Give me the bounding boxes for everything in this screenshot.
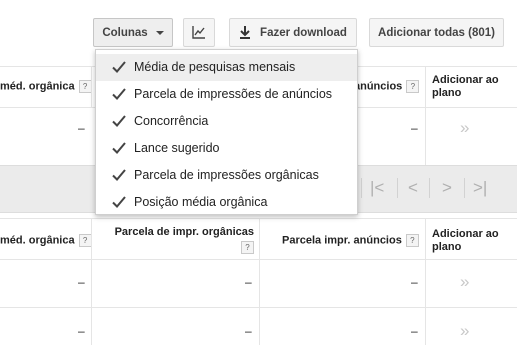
ad-impressions-value: – <box>411 275 418 289</box>
columns-button[interactable]: Colunas <box>93 18 173 47</box>
download-button-label: Fazer download <box>260 26 347 39</box>
header-organic-impressions[interactable]: Parcela de impr. orgânicas ? <box>114 226 254 254</box>
first-page-button[interactable]: |< <box>370 178 384 198</box>
menu-item-label: Concorrência <box>134 114 209 128</box>
pager-divider <box>361 178 362 198</box>
menu-item-organic-impression-share[interactable]: Parcela de impressões orgânicas <box>96 162 357 189</box>
menu-item-competition[interactable]: Concorrência <box>96 108 357 135</box>
menu-item-suggested-bid[interactable]: Lance sugerido <box>96 135 357 162</box>
chevron-down-icon <box>155 30 164 35</box>
help-icon[interactable]: ? <box>241 241 254 254</box>
header-add-to-plan: Adicionar ao plano <box>432 228 499 253</box>
columns-menu: Média de pesquisas mensais Parcela de im… <box>95 49 358 215</box>
column-divider <box>91 66 92 107</box>
check-icon <box>112 61 126 73</box>
help-icon[interactable]: ? <box>406 80 420 93</box>
header-label: anúncios <box>354 80 403 93</box>
header-add-to-plan: Adicionar ao plano <box>432 74 499 99</box>
previous-page-button[interactable]: < <box>408 178 418 198</box>
help-icon[interactable]: ? <box>405 234 419 247</box>
check-icon <box>112 142 126 154</box>
header-label: méd. orgânica <box>0 80 75 93</box>
organic-impressions-value: – <box>245 275 252 289</box>
add-all-button-label: Adicionar todas (801) <box>378 26 495 39</box>
download-button[interactable]: Fazer download <box>229 18 357 47</box>
download-icon <box>240 26 251 39</box>
menu-item-average-organic-position[interactable]: Posição média orgânica <box>96 189 357 216</box>
pager-divider <box>429 178 430 198</box>
table-row: – – – » <box>0 308 517 345</box>
organic-impressions-value: – <box>245 324 252 338</box>
line-chart-icon <box>192 26 205 39</box>
header-ad-impressions[interactable]: Parcela impr. anúncios? <box>282 234 419 247</box>
ad-impressions-value: – <box>411 324 418 338</box>
menu-item-label: Lance sugerido <box>134 141 220 155</box>
header-label: Parcela de impr. orgânicas <box>114 226 254 238</box>
organic-position-value: – <box>78 121 85 135</box>
organic-position-value: – <box>78 275 85 289</box>
last-page-button[interactable]: >| <box>473 178 487 198</box>
header-organic-position[interactable]: méd. orgânica? <box>0 80 92 93</box>
menu-item-label: Parcela de impressões de anúncios <box>134 87 333 101</box>
check-icon <box>112 115 126 127</box>
header-label: Parcela impr. anúncios <box>282 234 402 247</box>
organic-position-value: – <box>78 324 85 338</box>
check-icon <box>112 169 126 181</box>
help-icon[interactable]: ? <box>78 80 92 93</box>
header-organic-position[interactable]: méd. orgânica? <box>0 234 92 247</box>
menu-item-monthly-searches[interactable]: Média de pesquisas mensais <box>96 54 357 81</box>
add-to-plan-button[interactable]: » <box>460 272 469 292</box>
check-icon <box>112 196 126 208</box>
add-to-plan-button[interactable]: » <box>460 321 469 341</box>
menu-item-label: Média de pesquisas mensais <box>134 60 296 74</box>
columns-button-label: Colunas <box>102 26 148 39</box>
header-label: méd. orgânica <box>0 234 75 247</box>
pager-divider <box>397 178 398 198</box>
next-page-button[interactable]: > <box>442 178 452 198</box>
menu-item-label: Posição média orgânica <box>134 195 268 209</box>
chart-button[interactable] <box>183 18 215 47</box>
menu-item-ad-impression-share[interactable]: Parcela de impressões de anúncios <box>96 81 357 108</box>
menu-item-label: Parcela de impressões orgânicas <box>134 168 319 182</box>
add-to-plan-button[interactable]: » <box>460 118 469 138</box>
pager-divider <box>464 178 465 198</box>
table-row: – – – » <box>0 259 517 307</box>
header-ad-impressions[interactable]: anúncios? <box>354 80 420 93</box>
add-all-button[interactable]: Adicionar todas (801) <box>369 18 504 47</box>
help-icon[interactable]: ? <box>78 234 92 247</box>
check-icon <box>112 88 126 100</box>
ad-impressions-value: – <box>411 121 418 135</box>
